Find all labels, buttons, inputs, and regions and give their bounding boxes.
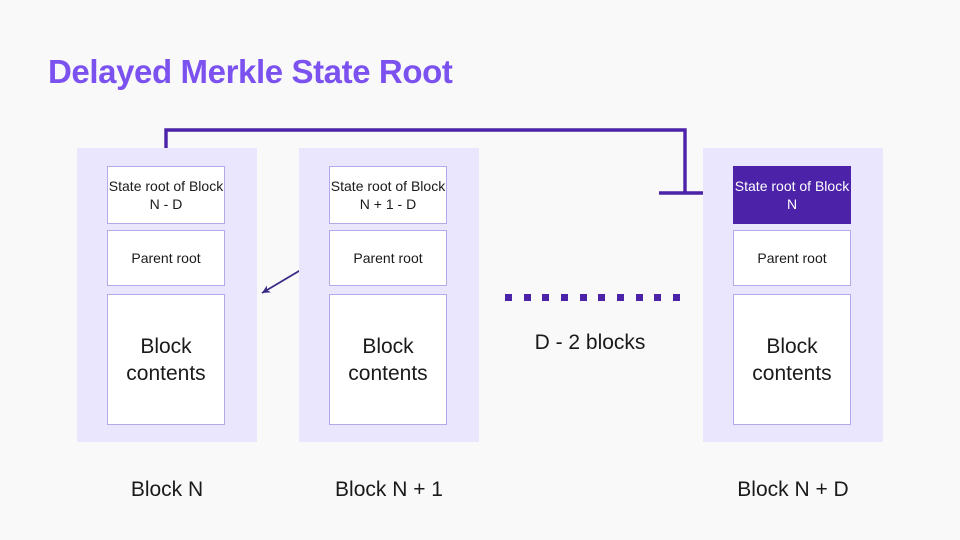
ellipsis-dot: [523, 293, 531, 301]
diagram-canvas: Delayed Merkle State Root State root of …: [0, 0, 960, 540]
state-root-box-block-n-plus-1[interactable]: State root of Block N + 1 - D: [329, 166, 447, 224]
block-contents-box-block-n-plus-1[interactable]: Block contents: [329, 294, 447, 425]
ellipsis-dot: [505, 293, 512, 301]
page-title: Delayed Merkle State Root: [48, 53, 453, 90]
block-caption-block-n: Block N: [130, 478, 204, 501]
parent-root-box-block-n[interactable]: Parent root: [107, 230, 225, 286]
block-column-block-n-plus-1[interactable]: State root of Block N + 1 - D Parent roo…: [299, 148, 479, 442]
ellipsis-dot: [579, 293, 587, 301]
block-caption-block-n-plus-1: Block N + 1: [335, 478, 443, 501]
block-column-block-n-plus-d[interactable]: State root of Block N Parent root Block …: [703, 148, 883, 442]
block-contents-box-block-n-plus-d[interactable]: Block contents: [733, 294, 851, 425]
state-root-box-block-n-plus-d[interactable]: State root of Block N: [733, 166, 851, 224]
ellipsis-dot: [616, 293, 624, 301]
ellipsis-dot: [654, 293, 662, 301]
gap-label: D - 2 blocks: [534, 331, 646, 354]
block-column-block-n[interactable]: State root of Block N - D Parent root Bl…: [77, 148, 257, 442]
ellipsis-dots: [505, 292, 680, 302]
ellipsis-dot: [542, 293, 550, 301]
state-root-box-block-n[interactable]: State root of Block N - D: [107, 166, 225, 224]
ellipsis-dot: [672, 293, 680, 301]
ellipsis-dot: [635, 293, 643, 301]
ellipsis-dot: [598, 293, 606, 301]
parent-root-box-block-n-plus-1[interactable]: Parent root: [329, 230, 447, 286]
ellipsis-dot: [560, 293, 568, 301]
block-caption-block-n-plus-d: Block N + D: [737, 478, 849, 501]
parent-root-box-block-n-plus-d[interactable]: Parent root: [733, 230, 851, 286]
block-contents-box-block-n[interactable]: Block contents: [107, 294, 225, 425]
